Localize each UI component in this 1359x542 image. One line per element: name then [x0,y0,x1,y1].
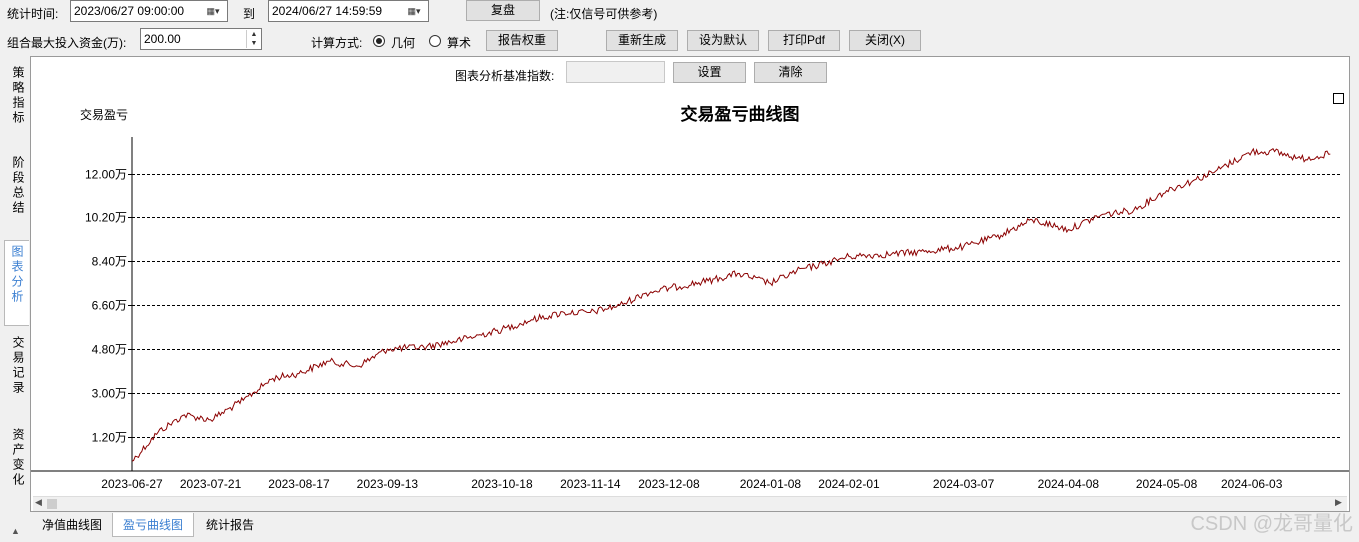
scroll-left-icon[interactable]: ◀ [35,497,42,508]
calendar-dropdown-icon[interactable]: ▦▾ [402,2,426,20]
chart-y-label: 交易盈亏 [80,107,128,122]
sidebar-item-strategy-metrics[interactable]: 策略指标 [6,66,30,146]
tab-statistics-report[interactable]: 统计报告 [196,513,264,537]
sidebar-item-label: 资产变化 [11,428,25,488]
tab-pnl-curve[interactable]: 盈亏曲线图 [112,513,194,537]
sidebar-item-label: 阶段总结 [11,156,25,216]
sidebar-item-asset-changes[interactable]: 资产变化 [6,428,30,508]
note-text: (注:仅信号可供参考) [550,7,658,21]
sidebar-item-label: 图表分析 [10,245,24,305]
x-tick-label: 2024-06-03 [1221,477,1283,491]
x-tick-label: 2023-09-13 [357,477,419,491]
tab-label: 盈亏曲线图 [122,518,183,532]
x-tick-label: 2024-02-01 [818,477,880,491]
stat-time-label: 统计时间: [7,7,59,21]
replay-button[interactable]: 复盘 [466,0,540,21]
chart-panel: 图表分析基准指数: 设置 清除 交易盈亏曲线图 交易盈亏 1.20万 3.00万 4… [30,56,1350,512]
y-tick-label: 12.00万 [85,168,127,182]
print-pdf-button[interactable]: 打印Pdf [768,30,840,51]
report-weight-button[interactable]: 报告权重 [486,30,558,51]
y-tick-label: 10.20万 [85,211,127,225]
y-tick-label: 8.40万 [92,255,127,269]
pnl-chart: 交易盈亏曲线图 交易盈亏 1.20万 3.00万 4.80万 6.60万 8.40万 10… [31,104,1349,491]
radio-arithmetic[interactable] [429,35,441,47]
sidebar-item-stage-summary[interactable]: 阶段总结 [6,156,30,236]
x-tick-label: 2024-05-08 [1136,477,1198,491]
tab-net-value-curve[interactable]: 净值曲线图 [34,513,110,537]
max-capital-value: 200.00 [144,32,181,46]
y-tick-label: 4.80万 [92,343,127,357]
chart-title: 交易盈亏曲线图 [681,104,800,124]
scrollbar-thumb[interactable] [47,499,57,509]
start-time-picker[interactable]: 2023/06/27 09:00:00 ▦▾ [70,0,228,22]
regenerate-button[interactable]: 重新生成 [606,30,678,51]
y-tick-label: 1.20万 [92,431,127,445]
x-tick-label: 2023-10-18 [471,477,533,491]
spinner-arrows-icon[interactable]: ▲ ▼ [246,30,261,48]
x-tick-label: 2023-08-17 [268,477,330,491]
x-tick-label: 2023-07-21 [180,477,242,491]
x-tick-label: 2024-03-07 [933,477,995,491]
radio-geometric-label: 几何 [391,36,416,50]
tab-label: 净值曲线图 [41,518,102,532]
x-tick-label: 2023-12-08 [638,477,700,491]
watermark: CSDN @龙哥量化 [1190,513,1353,535]
to-label: 到 [243,7,256,21]
start-time-value: 2023/06/27 09:00:00 [74,4,185,18]
sidebar-item-label: 交易记录 [11,336,25,396]
calc-method-label: 计算方式: [311,36,363,50]
end-time-value: 2024/06/27 14:59:59 [272,4,383,18]
sidebar-item-trade-records[interactable]: 交易记录 [6,336,30,416]
sidebar-item-label: 策略指标 [11,66,25,126]
set-default-button[interactable]: 设为默认 [687,30,759,51]
x-tick-label: 2023-11-14 [560,477,621,491]
max-capital-input[interactable]: 200.00 ▲ ▼ [140,28,262,50]
sidebar-scroll-down-icon[interactable]: ▲ [11,526,20,536]
radio-geometric[interactable] [373,35,385,47]
close-button[interactable]: 关闭(X) [849,30,921,51]
horizontal-scrollbar[interactable]: ◀ ▶ [33,496,1347,511]
x-tick-label: 2024-04-08 [1038,477,1100,491]
sidebar-item-chart-analysis[interactable]: 图表分析 [4,240,29,326]
tab-label: 统计报告 [205,518,254,532]
x-tick-label: 2024-01-08 [740,477,802,491]
end-time-picker[interactable]: 2024/06/27 14:59:59 ▦▾ [268,0,429,22]
calendar-dropdown-icon[interactable]: ▦▾ [201,2,225,20]
series-line-pnl [131,147,1331,462]
radio-arithmetic-label: 算术 [447,36,472,50]
y-tick-label: 6.60万 [92,299,127,313]
y-tick-label: 3.00万 [92,387,127,401]
x-tick-label: 2023-06-27 [101,477,163,491]
max-capital-label: 组合最大投入资金(万): [7,36,127,50]
